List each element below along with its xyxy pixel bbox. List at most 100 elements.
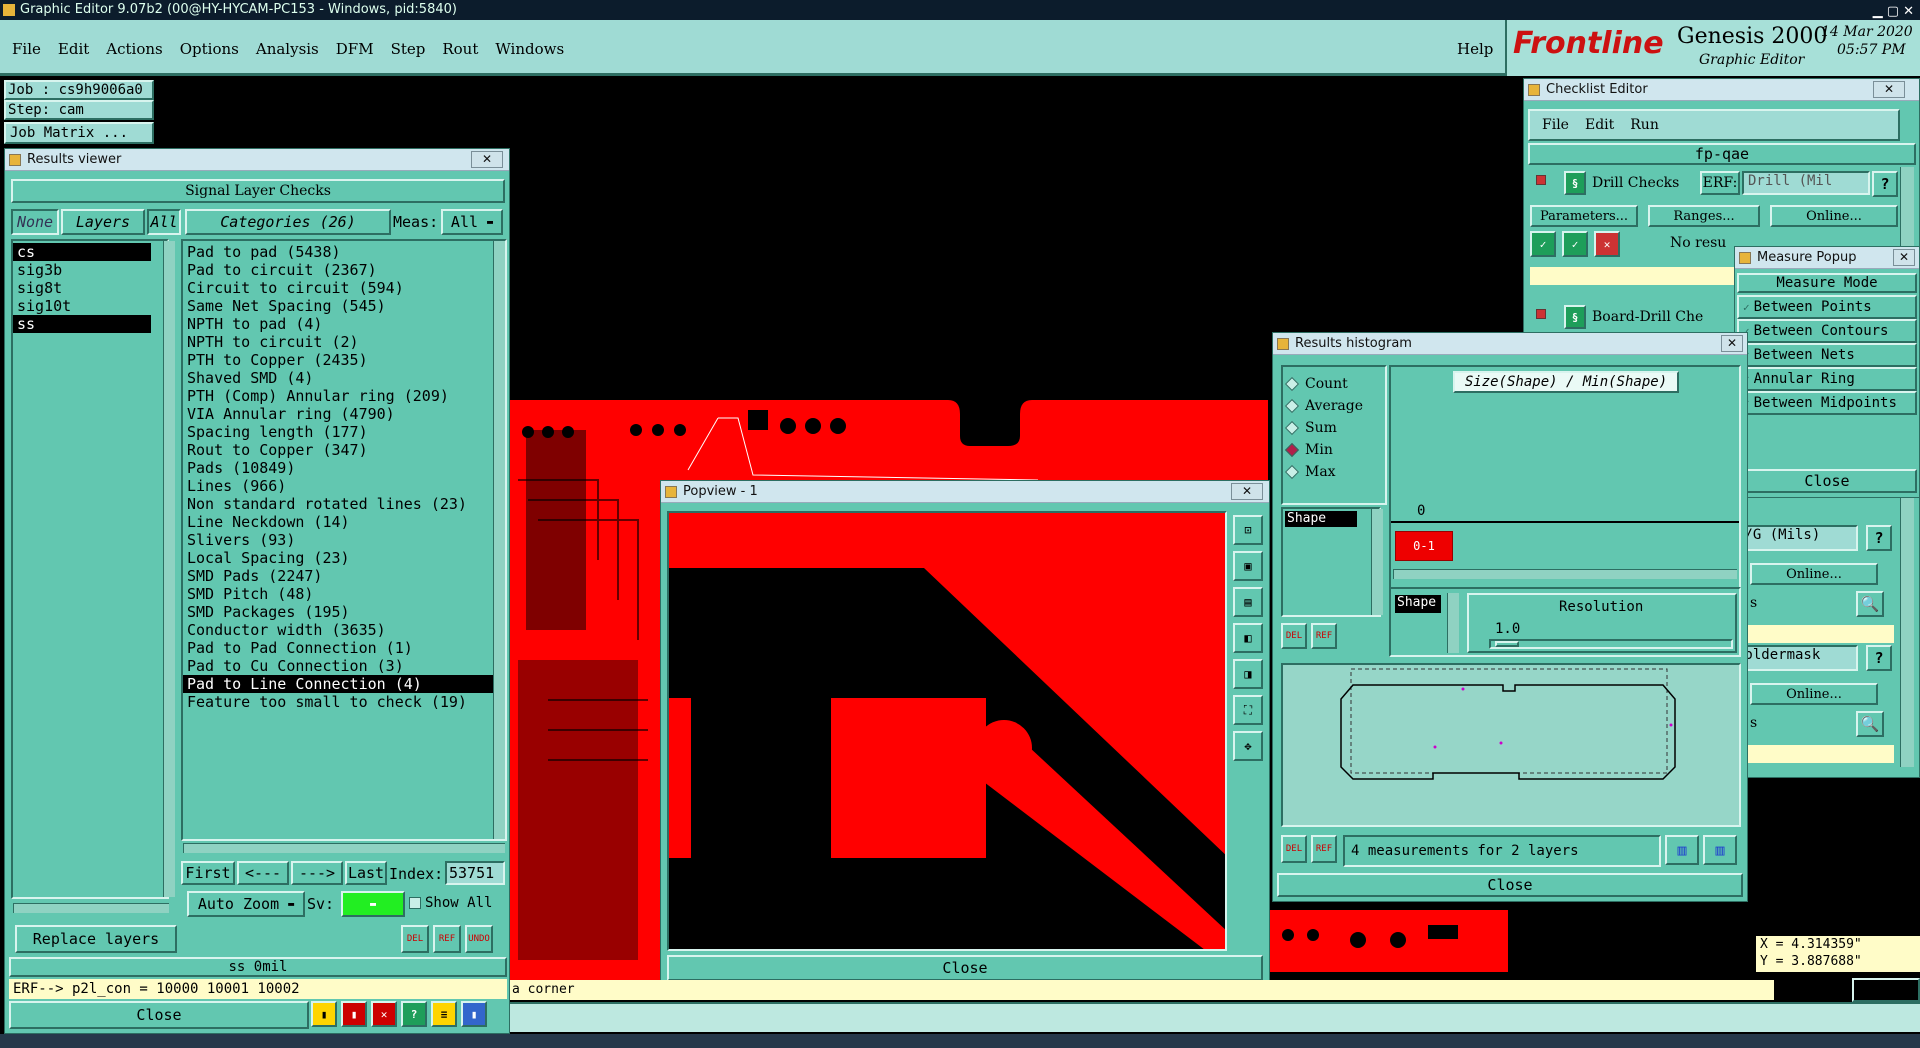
pan-right-icon[interactable]: ◨ xyxy=(1233,659,1263,689)
help-icon[interactable]: ? xyxy=(1866,525,1892,551)
menu-analysis[interactable]: Analysis xyxy=(256,40,319,58)
ref-button[interactable]: REF xyxy=(433,925,461,953)
drill-mil-field[interactable]: Drill (Mil xyxy=(1742,171,1870,195)
popview-canvas[interactable] xyxy=(667,511,1227,951)
category-item[interactable]: Rout to Copper (347) xyxy=(183,441,505,459)
all-button[interactable]: All xyxy=(147,209,181,235)
category-item[interactable]: Shaved SMD (4) xyxy=(183,369,505,387)
category-item[interactable]: NPTH to pad (4) xyxy=(183,315,505,333)
zoom-in-icon[interactable]: ▣ xyxy=(1233,551,1263,581)
tool-icon-2[interactable]: ▮ xyxy=(341,1001,367,1027)
category-item[interactable]: SMD Packages (195) xyxy=(183,603,505,621)
layer-item[interactable]: sig3b xyxy=(13,261,151,279)
category-item[interactable]: Conductor width (3635) xyxy=(183,621,505,639)
measure-option[interactable]: ✓Between Nets xyxy=(1737,343,1917,367)
none-button[interactable]: None xyxy=(11,209,59,235)
measure-option[interactable]: ✓Annular Ring xyxy=(1737,367,1917,391)
menu-step[interactable]: Step xyxy=(391,40,426,58)
close-button[interactable]: Close xyxy=(9,1001,309,1029)
category-item[interactable]: SMD Pads (2247) xyxy=(183,567,505,585)
del-button[interactable]: DEL xyxy=(401,925,429,953)
zoom-icon[interactable]: 🔍 xyxy=(1856,711,1884,737)
category-item[interactable]: PTH (Comp) Annular ring (209) xyxy=(183,387,505,405)
menu-dfm[interactable]: DFM xyxy=(336,40,374,58)
category-item[interactable]: PTH to Copper (2435) xyxy=(183,351,505,369)
histogram-option[interactable]: Min xyxy=(1284,439,1381,461)
close-icon[interactable]: ✕ xyxy=(471,151,503,168)
histogram-option[interactable]: Max xyxy=(1284,461,1381,483)
menu-edit[interactable]: Edit xyxy=(58,40,89,58)
online-button-2[interactable]: Online... xyxy=(1750,563,1878,585)
undo-button[interactable]: UNDO xyxy=(465,925,493,953)
run-icon-1[interactable]: ✓ xyxy=(1530,231,1556,257)
menu-rout[interactable]: Rout xyxy=(442,40,478,58)
category-item[interactable]: Line Neckdown (14) xyxy=(183,513,505,531)
run-icon-2[interactable]: ✓ xyxy=(1562,231,1588,257)
prev-button[interactable]: <--- xyxy=(237,861,289,885)
pan-left-icon[interactable]: ◧ xyxy=(1233,623,1263,653)
help-icon[interactable]: ? xyxy=(1872,171,1898,197)
category-item[interactable]: Feature too small to check (19) xyxy=(183,693,505,711)
category-item[interactable]: Spacing length (177) xyxy=(183,423,505,441)
del-button[interactable]: DEL xyxy=(1281,835,1307,863)
online-button-3[interactable]: Online... xyxy=(1750,683,1878,705)
category-item[interactable]: Circuit to circuit (594) xyxy=(183,279,505,297)
chart-icon-1[interactable]: ▥ xyxy=(1665,835,1699,865)
shape-scroll[interactable] xyxy=(1447,593,1459,653)
run-icon-3[interactable]: ✕ xyxy=(1594,231,1620,257)
replace-layers-button[interactable]: Replace layers xyxy=(15,925,177,953)
auto-zoom-dropdown[interactable]: Auto Zoom ▬ xyxy=(187,891,305,917)
units-dropdown[interactable]: Inch ▬ xyxy=(1852,978,1920,1002)
window-controls[interactable]: ▁ ▢ ✕ xyxy=(1873,2,1914,22)
category-item[interactable]: Non standard rotated lines (23) xyxy=(183,495,505,513)
checklist-menu-edit[interactable]: Edit xyxy=(1585,117,1614,133)
category-item[interactable]: SMD Pitch (48) xyxy=(183,585,505,603)
meas-dropdown[interactable]: All ▬ xyxy=(441,209,503,235)
help-icon[interactable]: ? xyxy=(1866,645,1892,671)
categories-hscrollbar[interactable] xyxy=(183,843,505,853)
histogram-close-button[interactable]: Close xyxy=(1277,873,1743,897)
chart-hscrollbar[interactable] xyxy=(1393,569,1737,579)
measure-option[interactable]: ✓Between Midpoints xyxy=(1737,391,1917,415)
shape-item[interactable]: Shape xyxy=(1285,511,1357,527)
category-item[interactable]: Same Net Spacing (545) xyxy=(183,297,505,315)
first-button[interactable]: First xyxy=(181,861,235,885)
histogram-option[interactable]: Count xyxy=(1284,373,1381,395)
chart-icon-2[interactable]: ▥ xyxy=(1703,835,1737,865)
job-matrix-button[interactable]: Job Matrix ... xyxy=(4,122,154,144)
slider-thumb[interactable] xyxy=(1495,641,1519,647)
category-item[interactable]: Pad to Cu Connection (3) xyxy=(183,657,505,675)
show-all-checkbox[interactable] xyxy=(409,897,421,909)
tool-icon-3[interactable]: ✕ xyxy=(371,1001,397,1027)
measure-option[interactable]: ✓ Between Contours xyxy=(1737,319,1917,343)
category-item[interactable]: Lines (966) xyxy=(183,477,505,495)
parameters-button[interactable]: Parameters... xyxy=(1530,205,1638,227)
index-input[interactable]: 53751 xyxy=(445,861,505,885)
layer-item[interactable]: sig8t xyxy=(13,279,151,297)
category-item[interactable]: Local Spacing (23) xyxy=(183,549,505,567)
next-button[interactable]: ---> xyxy=(291,861,343,885)
categories-scrollbar[interactable] xyxy=(493,241,505,839)
tool-icon-5[interactable]: ≡ xyxy=(431,1001,457,1027)
pg-mils-field[interactable]: P/G (Mils) xyxy=(1730,525,1858,551)
layers-hscrollbar[interactable] xyxy=(13,903,169,913)
zoom-icon[interactable]: 🔍 xyxy=(1856,591,1884,617)
histogram-option[interactable]: Average xyxy=(1284,395,1381,417)
fit-icon[interactable]: ⛶ xyxy=(1233,695,1263,725)
measure-close-button[interactable]: Close xyxy=(1737,469,1917,493)
layer-item[interactable]: ss xyxy=(13,315,151,333)
close-icon[interactable]: ✕ xyxy=(1893,249,1915,266)
tool-icon-4[interactable]: ? xyxy=(401,1001,427,1027)
shape-button[interactable]: Shape xyxy=(1395,595,1441,613)
center-icon[interactable]: ✥ xyxy=(1233,731,1263,761)
zoom-home-icon[interactable]: ⊡ xyxy=(1233,515,1263,545)
online-button[interactable]: Online... xyxy=(1770,205,1898,227)
menu-actions[interactable]: Actions xyxy=(106,40,162,58)
close-icon[interactable]: ✕ xyxy=(1873,81,1905,98)
menu-windows[interactable]: Windows xyxy=(495,40,564,58)
category-item[interactable]: Pad to pad (5438) xyxy=(183,243,505,261)
close-icon[interactable]: ✕ xyxy=(1231,483,1263,500)
resolution-slider[interactable] xyxy=(1489,639,1733,649)
category-item[interactable]: Pad to Pad Connection (1) xyxy=(183,639,505,657)
ref-button[interactable]: REF xyxy=(1311,835,1337,863)
